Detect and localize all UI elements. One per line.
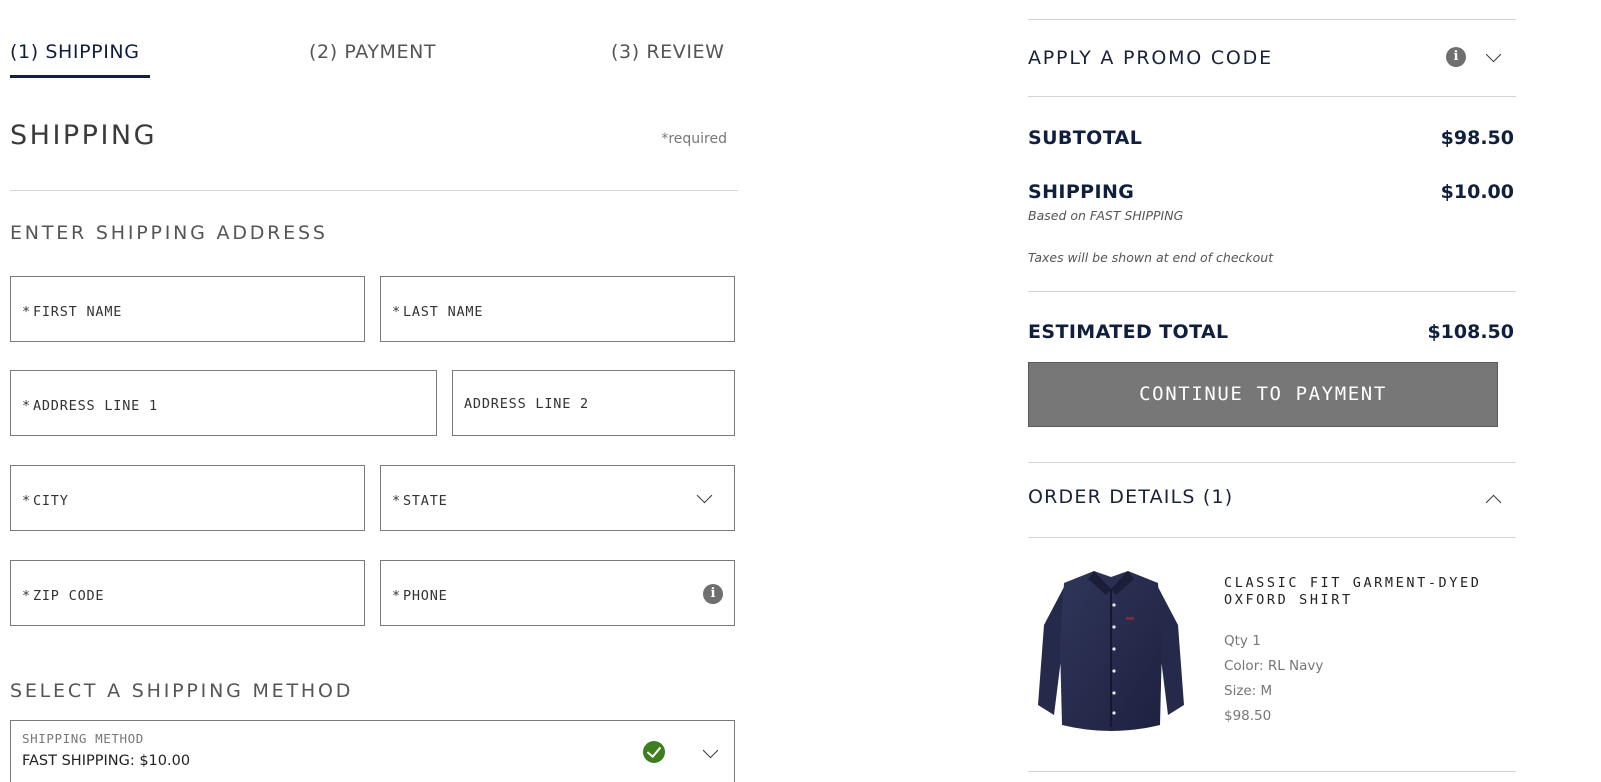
product-size: Size: M xyxy=(1224,683,1273,699)
divider xyxy=(1028,291,1516,292)
page-title: SHIPPING xyxy=(10,120,158,151)
info-icon[interactable]: i xyxy=(1446,47,1466,67)
state-label: * STATE xyxy=(392,493,448,509)
product-image[interactable] xyxy=(1036,565,1186,735)
chevron-down-icon xyxy=(696,487,713,504)
chevron-down-icon[interactable] xyxy=(1485,46,1502,63)
product-color: Color: RL Navy xyxy=(1224,658,1324,674)
divider xyxy=(1028,19,1516,20)
city-field[interactable]: * CITY xyxy=(10,465,365,531)
shipping-note: Based on FAST SHIPPING xyxy=(1028,208,1184,223)
divider xyxy=(1028,96,1516,97)
address-line-1-field[interactable]: * ADDRESS LINE 1 xyxy=(10,370,437,436)
chevron-up-icon[interactable] xyxy=(1485,494,1502,511)
city-label: * CITY xyxy=(22,493,69,509)
product-name[interactable]: CLASSIC FIT GARMENT-DYED OXFORD SHIRT xyxy=(1224,575,1514,609)
shipping-method-select[interactable]: SHIPPING METHOD FAST SHIPPING: $10.00 xyxy=(10,720,735,782)
active-tab-indicator xyxy=(10,75,150,78)
tab-review[interactable]: (3) REVIEW xyxy=(611,41,725,63)
info-icon[interactable]: i xyxy=(703,584,723,604)
required-note: *required xyxy=(661,131,727,147)
order-details-toggle[interactable]: ORDER DETAILS (1) xyxy=(1028,486,1233,508)
total-label: ESTIMATED TOTAL xyxy=(1028,321,1229,343)
address-line-2-field[interactable]: ADDRESS LINE 2 xyxy=(452,370,735,436)
divider xyxy=(10,190,738,191)
shipping-value: $10.00 xyxy=(1440,181,1514,203)
address-heading: ENTER SHIPPING ADDRESS xyxy=(10,222,328,244)
total-value: $108.50 xyxy=(1427,321,1514,343)
divider xyxy=(1028,462,1516,463)
tab-shipping[interactable]: (1) SHIPPING xyxy=(10,41,140,63)
product-price: $98.50 xyxy=(1224,708,1272,724)
check-circle-icon xyxy=(643,741,665,763)
last-name-field[interactable]: * LAST NAME xyxy=(380,276,735,342)
shipping-method-heading: SELECT A SHIPPING METHOD xyxy=(10,680,354,702)
phone-field[interactable]: * PHONE i xyxy=(380,560,735,626)
subtotal-label: SUBTOTAL xyxy=(1028,127,1143,149)
zip-code-label: * ZIP CODE xyxy=(22,588,105,604)
divider xyxy=(1028,537,1516,538)
tax-note: Taxes will be shown at end of checkout xyxy=(1028,250,1274,265)
subtotal-value: $98.50 xyxy=(1440,127,1514,149)
phone-label: * PHONE xyxy=(392,588,448,604)
shipping-method-value: FAST SHIPPING: $10.00 xyxy=(22,753,191,769)
address-line-2-label: ADDRESS LINE 2 xyxy=(464,396,589,412)
product-qty: Qty 1 xyxy=(1224,633,1261,649)
promo-code-toggle[interactable]: APPLY A PROMO CODE xyxy=(1028,47,1273,69)
first-name-label: * FIRST NAME xyxy=(22,304,123,320)
last-name-label: * LAST NAME xyxy=(392,304,484,320)
state-select[interactable]: * STATE xyxy=(380,465,735,531)
tab-payment[interactable]: (2) PAYMENT xyxy=(309,41,436,63)
divider xyxy=(1028,771,1516,772)
shipping-method-label: SHIPPING METHOD xyxy=(22,731,144,746)
zip-code-field[interactable]: * ZIP CODE xyxy=(10,560,365,626)
shipping-label: SHIPPING xyxy=(1028,181,1135,203)
chevron-down-icon xyxy=(702,742,719,759)
address-line-1-label: * ADDRESS LINE 1 xyxy=(22,398,158,414)
first-name-field[interactable]: * FIRST NAME xyxy=(10,276,365,342)
continue-to-payment-button[interactable]: CONTINUE TO PAYMENT xyxy=(1028,362,1498,427)
